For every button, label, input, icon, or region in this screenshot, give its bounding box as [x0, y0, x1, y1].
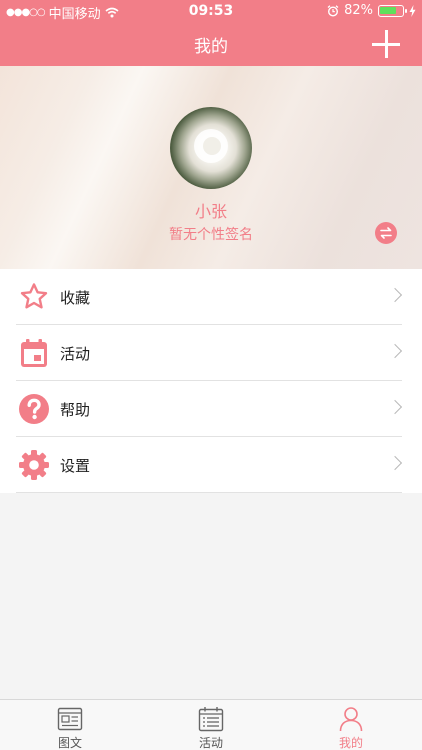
menu-item-label: 设置	[60, 457, 91, 475]
profile-header: 小张 暂无个性签名	[0, 66, 422, 269]
alarm-icon	[327, 4, 339, 17]
username[interactable]: 小张	[0, 198, 422, 222]
menu-item-help[interactable]: 帮助	[0, 381, 422, 437]
tab-label: 活动	[198, 736, 223, 750]
person-icon	[339, 707, 363, 732]
avatar[interactable]	[170, 107, 252, 189]
list-calendar-icon	[198, 707, 224, 732]
avatar-flower-center	[203, 137, 221, 155]
divider	[16, 492, 402, 493]
battery-level	[380, 6, 397, 14]
menu-item-settings[interactable]: 设置	[0, 437, 422, 493]
menu-list: 收藏 活动 帮助 设置	[0, 269, 422, 493]
tab-label: 图文	[57, 736, 82, 750]
menu-item-activities[interactable]: 活动	[0, 325, 422, 381]
menu-item-label: 收藏	[60, 289, 91, 307]
chevron-right-icon	[387, 399, 403, 415]
chevron-right-icon	[387, 455, 403, 471]
article-icon	[57, 707, 83, 731]
chevron-right-icon	[387, 343, 403, 359]
battery-percent: 82%	[344, 3, 373, 18]
menu-item-favorites[interactable]: 收藏	[0, 269, 422, 325]
status-bar: ●●●○○ 中国移动 09:53 82%	[0, 0, 422, 22]
chevron-right-icon	[387, 287, 403, 303]
page-title: 我的	[194, 37, 228, 57]
gear-icon	[19, 450, 49, 480]
tab-bar: 图文 活动 我的	[0, 699, 422, 750]
switch-button[interactable]	[375, 222, 397, 244]
tab-label: 我的	[338, 736, 363, 750]
signature[interactable]: 暂无个性签名	[0, 224, 422, 244]
add-button[interactable]	[372, 30, 400, 58]
menu-item-label: 活动	[60, 345, 91, 363]
tab-mine[interactable]: 我的	[281, 700, 421, 750]
battery-icon	[378, 4, 407, 17]
help-icon	[19, 394, 49, 424]
swap-icon	[380, 227, 392, 239]
star-icon	[20, 283, 48, 309]
top-bar: ●●●○○ 中国移动 09:53 82% 我的	[0, 0, 422, 66]
tab-articles[interactable]: 图文	[0, 700, 140, 750]
tab-activities[interactable]: 活动	[141, 700, 281, 750]
status-right: 82%	[327, 3, 416, 18]
charging-icon	[409, 4, 416, 17]
menu-item-label: 帮助	[60, 401, 91, 419]
calendar-icon	[21, 339, 47, 367]
